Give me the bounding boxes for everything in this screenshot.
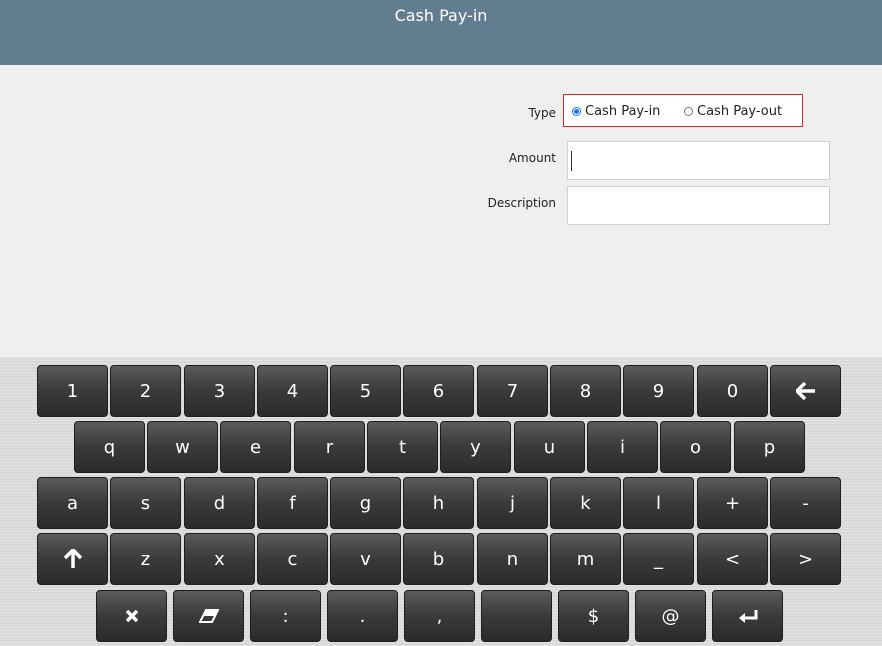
erase-key[interactable]	[173, 590, 244, 642]
key-1[interactable]: 1	[37, 365, 108, 417]
description-label: Description	[487, 196, 556, 210]
key-2[interactable]: 2	[110, 365, 181, 417]
radio-cash-pay-out-label: Cash Pay-out	[697, 104, 783, 119]
eraser-icon	[198, 609, 219, 623]
key-5[interactable]: 5	[330, 365, 401, 417]
payin-form: Type Cash Pay-in Cash Pay-out Amount Des…	[0, 65, 882, 357]
key-comma[interactable]: ,	[404, 590, 475, 642]
key-3[interactable]: 3	[184, 365, 255, 417]
key-8[interactable]: 8	[550, 365, 621, 417]
key-i[interactable]: i	[587, 421, 658, 473]
key-g[interactable]: g	[330, 477, 401, 529]
key-o[interactable]: o	[660, 421, 731, 473]
onscreen-keyboard: 1 2 3 4 5 6 7 8 9 0 q w e r t y u i o p …	[0, 357, 882, 646]
key-e[interactable]: e	[220, 421, 291, 473]
radio-selected-icon[interactable]	[572, 107, 581, 116]
description-input[interactable]	[567, 186, 830, 225]
key-p[interactable]: p	[734, 421, 805, 473]
key-s[interactable]: s	[110, 477, 181, 529]
type-label: Type	[528, 106, 556, 120]
key-colon[interactable]: :	[250, 590, 321, 642]
key-0[interactable]: 0	[697, 365, 768, 417]
key-4[interactable]: 4	[257, 365, 328, 417]
shift-key[interactable]	[37, 533, 108, 585]
key-7[interactable]: 7	[477, 365, 548, 417]
arrow-up-icon	[63, 549, 82, 568]
key-less-than[interactable]: <	[697, 533, 768, 585]
radio-cash-pay-in[interactable]: Cash Pay-in	[572, 104, 660, 119]
key-j[interactable]: j	[477, 477, 548, 529]
key-h[interactable]: h	[403, 477, 474, 529]
clear-key[interactable]	[96, 590, 167, 642]
key-z[interactable]: z	[110, 533, 181, 585]
key-c[interactable]: c	[257, 533, 328, 585]
enter-icon	[738, 610, 757, 623]
key-d[interactable]: d	[184, 477, 255, 529]
key-period[interactable]: .	[327, 590, 398, 642]
key-q[interactable]: q	[74, 421, 145, 473]
key-minus[interactable]: -	[770, 477, 841, 529]
key-n[interactable]: n	[477, 533, 548, 585]
key-a[interactable]: a	[37, 477, 108, 529]
x-icon	[125, 609, 138, 623]
key-dollar[interactable]: $	[558, 590, 629, 642]
key-w[interactable]: w	[147, 421, 218, 473]
key-t[interactable]: t	[367, 421, 438, 473]
key-greater-than[interactable]: >	[770, 533, 841, 585]
page-title: Cash Pay-in	[394, 6, 488, 25]
key-k[interactable]: k	[550, 477, 621, 529]
key-at[interactable]: @	[635, 590, 706, 642]
key-u[interactable]: u	[514, 421, 585, 473]
amount-label: Amount	[508, 151, 556, 165]
key-6[interactable]: 6	[403, 365, 474, 417]
type-radio-group: Cash Pay-in Cash Pay-out	[563, 94, 803, 127]
radio-cash-pay-in-label: Cash Pay-in	[585, 104, 661, 119]
key-f[interactable]: f	[257, 477, 328, 529]
key-x[interactable]: x	[184, 533, 255, 585]
key-r[interactable]: r	[294, 421, 365, 473]
key-y[interactable]: y	[440, 421, 511, 473]
radio-unselected-icon[interactable]	[684, 107, 693, 116]
key-v[interactable]: v	[330, 533, 401, 585]
key-b[interactable]: b	[403, 533, 474, 585]
key-m[interactable]: m	[550, 533, 621, 585]
key-9[interactable]: 9	[623, 365, 694, 417]
enter-key[interactable]	[712, 590, 783, 642]
backspace-key[interactable]	[770, 365, 841, 417]
key-l[interactable]: l	[623, 477, 694, 529]
header-bar: Cash Pay-in	[0, 0, 882, 65]
key-plus[interactable]: +	[697, 477, 768, 529]
arrow-left-icon	[795, 382, 815, 400]
amount-input[interactable]	[567, 141, 830, 180]
radio-cash-pay-out[interactable]: Cash Pay-out	[684, 104, 782, 119]
space-key[interactable]	[481, 590, 552, 642]
text-caret	[571, 151, 572, 171]
key-underscore[interactable]: _	[623, 533, 694, 585]
